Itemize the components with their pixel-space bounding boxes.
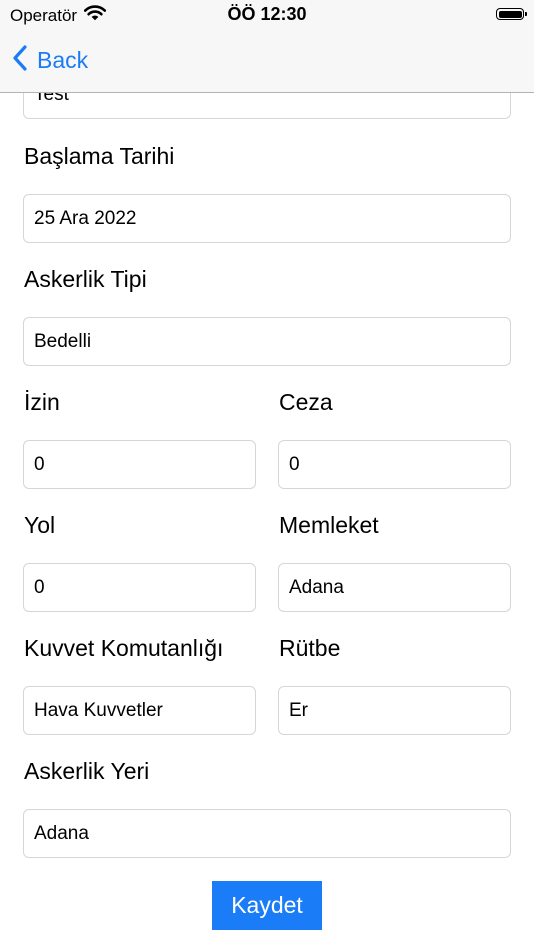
penalty-input[interactable]: [278, 440, 511, 489]
status-bar: Operatör ÖÖ 12:30: [0, 0, 534, 30]
start-date-label: Başlama Tarihi: [24, 143, 175, 169]
service-type-input[interactable]: [23, 317, 511, 366]
location-input[interactable]: [23, 809, 511, 858]
chevron-left-icon: [12, 44, 28, 77]
leave-input[interactable]: [23, 440, 256, 489]
start-date-input[interactable]: [23, 194, 511, 243]
command-input[interactable]: [23, 686, 256, 735]
save-button[interactable]: Kaydet: [212, 881, 322, 930]
command-label: Kuvvet Komutanlığı: [24, 635, 224, 661]
penalty-label: Ceza: [279, 389, 333, 415]
location-label: Askerlik Yeri: [24, 758, 150, 784]
rank-label: Rütbe: [279, 635, 341, 661]
status-time: ÖÖ 12:30: [227, 4, 307, 24]
battery-icon: [496, 8, 527, 20]
back-button[interactable]: Back: [12, 44, 88, 77]
travel-label: Yol: [24, 512, 56, 538]
hometown-input[interactable]: [278, 563, 511, 612]
navigation-bar: Back: [0, 30, 534, 93]
travel-input[interactable]: [23, 563, 256, 612]
rank-input[interactable]: [278, 686, 511, 735]
service-type-label: Askerlik Tipi: [24, 266, 147, 292]
leave-label: İzin: [24, 389, 60, 415]
hometown-label: Memleket: [279, 512, 379, 538]
form-scroll-area[interactable]: Başlama Tarihi Askerlik Tipi İzin Ceza Y…: [0, 0, 534, 950]
back-label: Back: [37, 47, 89, 73]
